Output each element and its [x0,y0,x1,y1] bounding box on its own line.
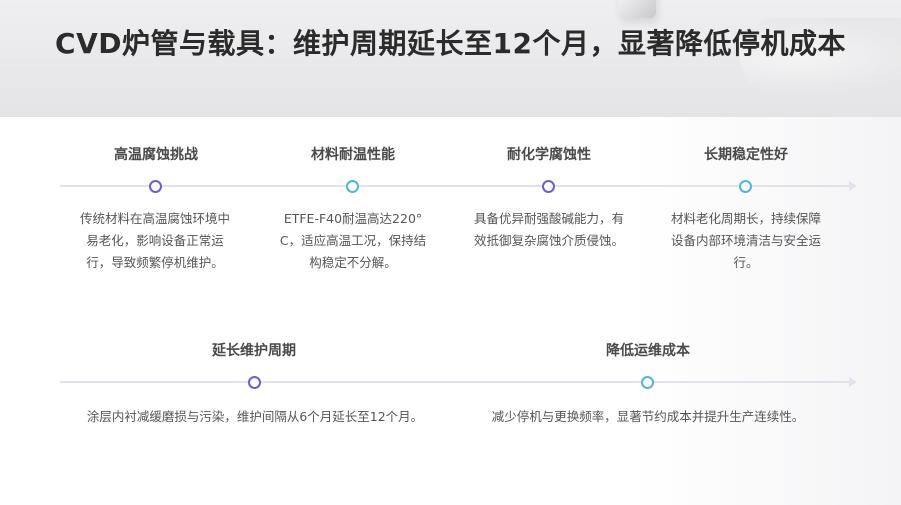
milestone-dot [641,376,654,389]
milestone-description: 涂层内衬减缓磨损与污染，维护间隔从6个月延长至12个月。 [86,409,424,424]
milestone-description: 具备优异耐强酸碱能力，有效抵御复杂腐蚀介质侵蚀。 [473,211,624,248]
milestone-label: 降低运维成本 [606,343,690,359]
milestone-dot [542,180,555,193]
timeline-line-row1 [60,185,850,187]
header-banner: CVD炉管与载具：维护周期延长至12个月，显著降低停机成本 [0,0,901,117]
milestone-dot [346,180,359,193]
timeline-area: 高温腐蚀挑战 传统材料在高温腐蚀环境中易老化，影响设备正常运行，导致频繁停机维护… [0,117,901,505]
milestone-description: 传统材料在高温腐蚀环境中易老化，影响设备正常运行，导致频繁停机维护。 [79,211,230,270]
milestone-description: ETFE-F40耐温高达220°C，适应高温工况，保持结构稳定不分解。 [279,211,427,270]
milestone-description: 减少停机与更换频率，显著节约成本并提升生产连续性。 [491,409,805,424]
page-title: CVD炉管与载具：维护周期延长至12个月，显著降低停机成本 [55,27,846,60]
milestone-label: 耐化学腐蚀性 [507,147,591,163]
milestone-dot [739,180,752,193]
milestone-dot [149,180,162,193]
decorative-cube [618,0,656,18]
timeline-line-row2 [60,381,850,383]
milestone-label: 长期稳定性好 [704,147,788,163]
milestone-label: 延长维护周期 [212,343,296,359]
milestone-label: 高温腐蚀挑战 [114,147,198,163]
timeline-arrow-row1 [849,181,857,191]
timeline-arrow-row2 [849,377,857,387]
milestone-label: 材料耐温性能 [311,147,395,163]
milestone-description: 材料老化周期长，持续保障设备内部环境清洁与安全运行。 [670,211,821,270]
milestone-dot [248,376,261,389]
